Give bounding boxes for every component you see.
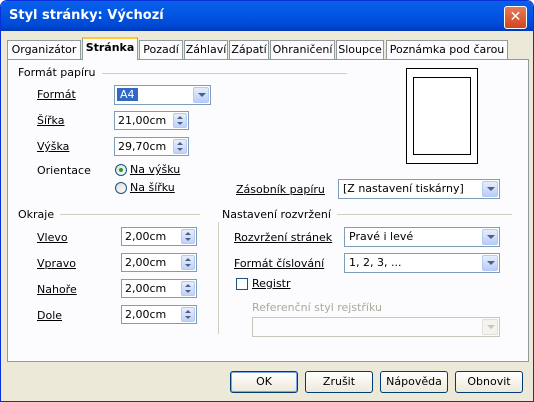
number-format-value: 1, 2, 3, ... (349, 256, 402, 269)
margins-heading: Okraje (18, 208, 61, 221)
margin-bottom-label: Dole (37, 309, 63, 322)
margin-left-label: Vlevo (37, 231, 68, 244)
reference-style-select[interactable] (252, 317, 500, 337)
width-spinner[interactable]: 21,00cm (114, 111, 189, 130)
tab-organizer[interactable]: Organizátor (7, 40, 81, 59)
cancel-button[interactable]: Zrušit (305, 371, 373, 393)
tab-borders[interactable]: Ohraničení (270, 40, 335, 59)
tab-background[interactable]: Pozadí (139, 40, 183, 59)
margin-right-value: 2,00cm (125, 256, 167, 269)
chevron-down-icon[interactable] (482, 255, 498, 271)
width-value: 21,00cm (118, 114, 167, 127)
reset-button[interactable]: Obnovit (455, 371, 523, 393)
landscape-label[interactable]: Na šířku (130, 181, 175, 194)
spin-arrows-icon[interactable] (181, 307, 195, 322)
register-checkbox[interactable] (236, 278, 248, 290)
chevron-down-icon (482, 319, 498, 335)
margin-bottom-spinner[interactable]: 2,00cm (121, 305, 197, 324)
spin-arrows-icon[interactable] (173, 139, 187, 154)
tab-page[interactable]: Stránka (82, 37, 138, 60)
margin-top-spinner[interactable]: 2,00cm (121, 279, 197, 298)
tab-header[interactable]: Záhlaví (184, 40, 228, 59)
width-label: Šířka (37, 114, 65, 127)
tab-footnote[interactable]: Poznámka pod čarou (386, 40, 508, 59)
layout-heading: Nastavení rozvržení (222, 208, 337, 221)
page-tab-panel: Formát papíru Formát A4 Šířka 21,00cm Vý… (7, 59, 529, 362)
landscape-radio[interactable] (115, 182, 127, 194)
chevron-down-icon[interactable] (193, 87, 209, 103)
page-preview (406, 68, 478, 164)
tab-footer[interactable]: Zápatí (229, 40, 269, 59)
format-label: Formát (37, 88, 76, 101)
paper-tray-value: [Z nastavení tiskárny] (343, 182, 464, 195)
format-value: A4 (117, 88, 138, 101)
title-bar[interactable]: Styl stránky: Výchozí ✕ (1, 1, 533, 31)
margin-top-value: 2,00cm (125, 282, 167, 295)
tab-columns[interactable]: Sloupce (336, 40, 384, 59)
height-label: Výška (37, 140, 70, 153)
format-select[interactable]: A4 (114, 85, 211, 105)
portrait-radio[interactable] (115, 164, 127, 176)
page-style-dialog: Styl stránky: Výchozí ✕ Organizátor Strá… (0, 0, 534, 402)
spin-arrows-icon[interactable] (181, 255, 195, 270)
margin-left-spinner[interactable]: 2,00cm (121, 227, 197, 246)
orientation-label: Orientace (37, 164, 91, 177)
ok-button[interactable]: OK (230, 371, 298, 393)
page-layout-value: Pravé i levé (349, 230, 414, 243)
margin-right-spinner[interactable]: 2,00cm (121, 253, 197, 272)
window-title: Styl stránky: Výchozí (9, 8, 164, 23)
page-layout-select[interactable]: Pravé i levé (344, 227, 500, 247)
margin-left-value: 2,00cm (125, 230, 167, 243)
spin-arrows-icon[interactable] (181, 281, 195, 296)
margin-right-label: Vpravo (37, 257, 77, 270)
number-format-select[interactable]: 1, 2, 3, ... (344, 253, 500, 273)
spin-arrows-icon[interactable] (181, 229, 195, 244)
close-button[interactable]: ✕ (504, 6, 527, 29)
chevron-down-icon[interactable] (482, 229, 498, 245)
page-preview-margin (413, 77, 471, 155)
height-spinner[interactable]: 29,70cm (114, 137, 189, 156)
portrait-label[interactable]: Na výšku (130, 163, 180, 176)
help-button[interactable]: Nápověda (380, 371, 448, 393)
page-layout-label: Rozvržení stránek (234, 231, 333, 244)
number-format-label: Formát číslování (234, 257, 325, 270)
paper-format-heading: Formát papíru (18, 66, 102, 79)
height-value: 29,70cm (118, 140, 167, 153)
reference-style-label: Referenční styl rejstříku (252, 301, 382, 314)
section-divider (218, 222, 219, 334)
margin-bottom-value: 2,00cm (125, 308, 167, 321)
register-label[interactable]: Registr (252, 277, 291, 290)
chevron-down-icon[interactable] (482, 181, 498, 197)
paper-tray-label: Zásobník papíru (236, 183, 325, 196)
paper-tray-select[interactable]: [Z nastavení tiskárny] (338, 179, 500, 199)
spin-arrows-icon[interactable] (173, 113, 187, 128)
margin-top-label: Nahoře (37, 283, 77, 296)
